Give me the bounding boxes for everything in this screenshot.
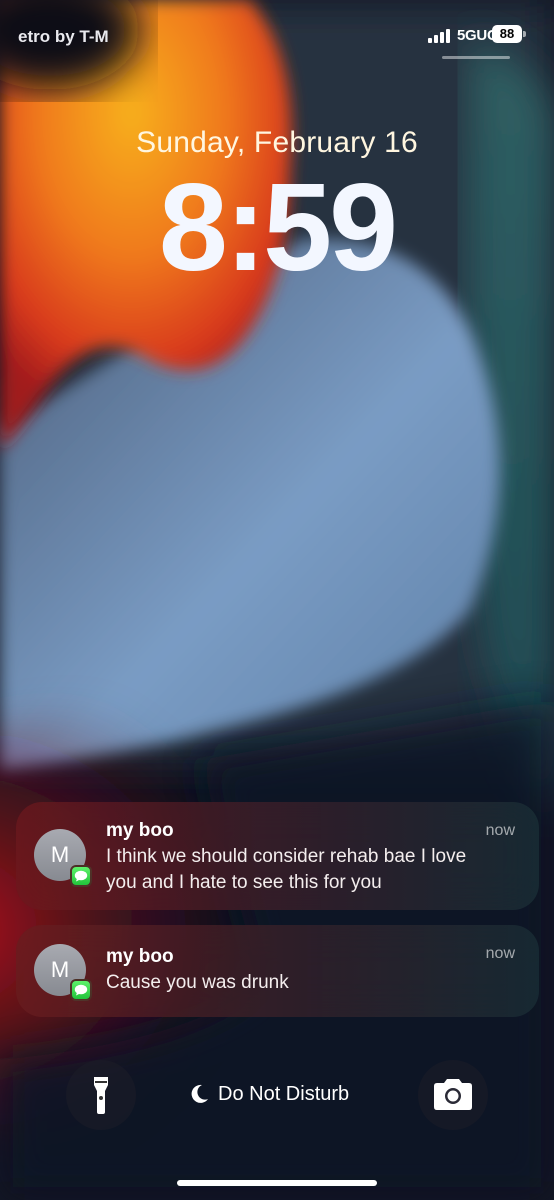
messages-icon	[70, 979, 92, 1001]
home-indicator[interactable]	[177, 1180, 377, 1186]
camera-icon	[434, 1079, 472, 1110]
lock-time: 8:59	[158, 159, 398, 297]
camera-button[interactable]	[418, 1060, 488, 1130]
focus-mode-label: Do Not Disturb	[218, 1082, 350, 1105]
cellular-signal-icon	[428, 27, 450, 43]
notification-sender: my boo	[106, 946, 174, 967]
messages-icon	[70, 865, 92, 887]
notification-message: I think we should consider rehab bae I l…	[106, 846, 467, 893]
carrier-name: etro by T-M	[18, 27, 109, 46]
lock-date: Sunday, February 16	[136, 126, 418, 159]
notification-time: now	[485, 822, 515, 839]
notification-time: now	[485, 945, 515, 962]
focus-mode-indicator[interactable]: Do Not Disturb	[188, 1080, 349, 1108]
notification-message: Cause you was drunk	[106, 972, 289, 993]
flashlight-icon	[94, 1077, 108, 1114]
control-center-indicator[interactable]	[442, 56, 510, 59]
battery-cap	[523, 31, 526, 37]
status-bar: etro by T-M 5GUC 88	[0, 0, 554, 60]
battery-level: 88	[499, 26, 515, 41]
notification-sender: my boo	[106, 820, 174, 841]
notification-card[interactable]: M my boo I think we should consider reha…	[16, 802, 539, 910]
moon-icon	[191, 1084, 208, 1103]
battery-icon: 88	[492, 25, 522, 43]
notification-card[interactable]: M my boo Cause you was drunk now	[16, 925, 539, 1017]
flashlight-button[interactable]	[66, 1060, 136, 1130]
